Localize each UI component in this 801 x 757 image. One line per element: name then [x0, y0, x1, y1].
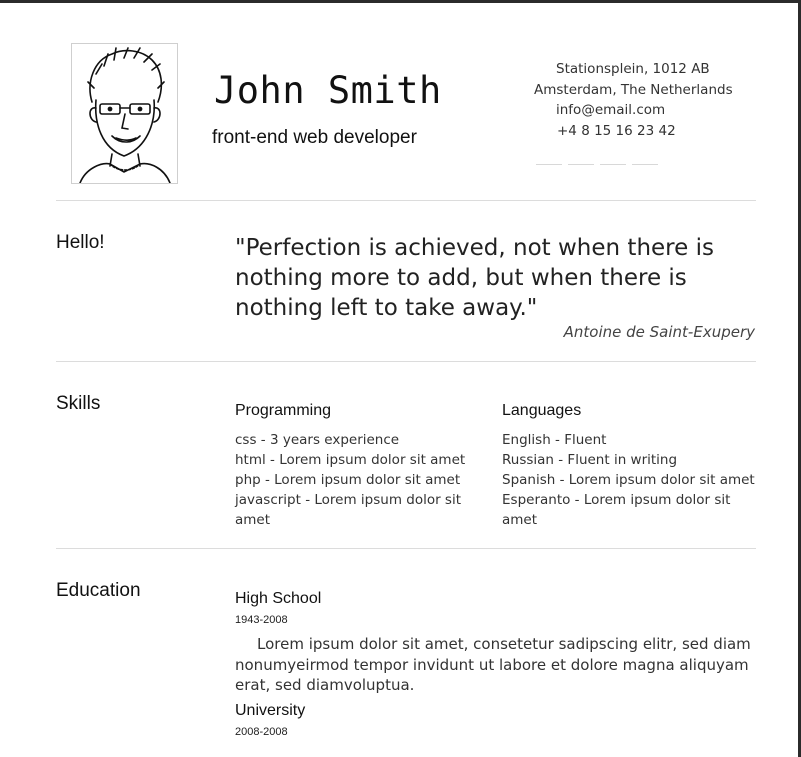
- job-title: front-end web developer: [212, 127, 417, 148]
- person-name: John Smith: [214, 69, 442, 112]
- caricature-drawing: [79, 47, 171, 184]
- contact-block: Stationsplein, 1012 AB Amsterdam, The Ne…: [528, 59, 738, 141]
- section-divider: [56, 548, 756, 549]
- school-name: High School: [235, 590, 322, 607]
- languages-heading: Languages: [502, 402, 582, 419]
- school-description: Lorem ipsum dolor sit amet, consetetur s…: [235, 635, 751, 694]
- school-dates: 1943-2008: [235, 614, 288, 626]
- quote-author: Antoine de Saint-Exupery: [563, 323, 755, 341]
- list-item: English - Fluent: [502, 432, 607, 448]
- email-link[interactable]: info@email.com: [528, 100, 738, 121]
- section-divider: [56, 200, 756, 201]
- section-divider: [56, 361, 756, 362]
- programming-heading: Programming: [235, 402, 332, 419]
- social-link-2[interactable]: [568, 164, 594, 165]
- social-link-4[interactable]: [632, 164, 658, 165]
- section-label-hello: Hello!: [56, 232, 105, 253]
- social-link-1[interactable]: [536, 164, 562, 165]
- quote-text: "Perfection is achieved, not when there …: [235, 235, 714, 321]
- list-item: Spanish - Lorem ipsum dolor sit amet: [502, 472, 755, 488]
- section-label-skills: Skills: [56, 393, 101, 414]
- list-item: Esperanto - Lorem ipsum dolor sit amet: [502, 492, 731, 528]
- list-item: html - Lorem ipsum dolor sit amet: [235, 452, 466, 468]
- list-item: php - Lorem ipsum dolor sit amet: [235, 472, 461, 488]
- school-name: University: [235, 701, 306, 719]
- social-link-3[interactable]: [600, 164, 626, 165]
- phone-number: +4 8 15 16 23 42: [557, 122, 676, 139]
- skills-programming: Programming css - 3 years experience htm…: [235, 401, 475, 530]
- social-links: [536, 164, 658, 165]
- list-item: javascript - Lorem ipsum dolor sit amet: [235, 492, 462, 528]
- portrait-image: [71, 43, 178, 184]
- address-line-2: Amsterdam, The Netherlands: [534, 81, 733, 98]
- list-item: Russian - Fluent in writing: [502, 452, 678, 468]
- resume-page: John Smith front-end web developer Stati…: [0, 3, 798, 757]
- education-list: High School 1943-2008 Lorem ipsum dolor …: [235, 590, 760, 738]
- skills-languages: Languages English - Fluent Russian - Flu…: [502, 401, 764, 530]
- address-line-1: Stationsplein, 1012 AB: [556, 61, 710, 77]
- section-label-education: Education: [56, 580, 141, 601]
- school-dates: 2008-2008: [235, 725, 288, 738]
- list-item: css - 3 years experience: [235, 432, 400, 448]
